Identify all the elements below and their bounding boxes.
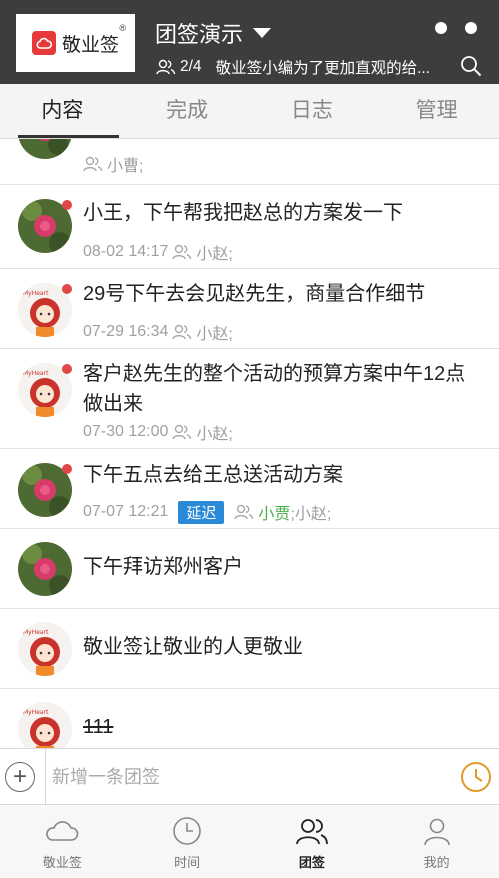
note-title: 下午五点去给王总送活动方案 — [83, 464, 343, 486]
group-icon — [295, 819, 328, 845]
note-title: 111 — [83, 716, 114, 738]
svg-text:MyHeart: MyHeart — [23, 629, 49, 636]
nav-label: 敬业签 — [42, 855, 82, 870]
cloud-icon — [31, 31, 56, 55]
tab-bar: 内容 完成 日志 管理 — [0, 84, 499, 139]
person-icon — [423, 818, 450, 846]
app-root: 敬业签 ® 团签演示 2/4 敬业签小编为了更加直观的给... 内容 完成 日志… — [0, 0, 499, 878]
svg-text:MyHeart: MyHeart — [23, 709, 49, 716]
group-subtitle: 敬业签小编为了更加直观的给... — [215, 60, 430, 77]
list-item[interactable]: MyHeart 敬业签让敬业的人更敬业 — [0, 609, 499, 689]
note-date: 07-29 16:34 — [83, 323, 169, 340]
caret-down-icon — [253, 28, 272, 38]
members-icon — [156, 59, 176, 75]
note-list: 小曹; 小王，下午帮我把赵总的方案发一下 08-02 14:17 小赵; MyH… — [0, 139, 499, 748]
list-item[interactable]: MyHeart 111 — [0, 689, 499, 748]
note-meta: 07-29 16:34 小赵; — [83, 320, 233, 344]
new-note-input[interactable] — [52, 759, 432, 795]
note-meta: 小曹; — [83, 152, 143, 176]
member-count: 2/4 — [180, 58, 202, 75]
members-icon — [172, 324, 192, 340]
list-item[interactable]: 下午五点去给王总送活动方案 07-07 12:21 延迟 小贾;小赵; — [0, 449, 499, 529]
note-assignees: 小赵; — [196, 426, 233, 443]
list-item[interactable]: 小王，下午帮我把赵总的方案发一下 08-02 14:17 小赵; — [0, 185, 499, 269]
add-icon[interactable]: + — [5, 762, 35, 792]
search-icon[interactable] — [460, 55, 482, 77]
nav-time[interactable]: 时间 — [125, 806, 250, 878]
clock-icon — [173, 817, 201, 845]
group-info-row[interactable]: 2/4 敬业签小编为了更加直观的给... — [156, 56, 492, 78]
members-icon — [83, 156, 103, 172]
note-date: 07-07 12:21 — [83, 503, 169, 520]
list-item[interactable]: MyHeart 29号下午去会见赵先生，商量合作细节 07-29 16:34 小… — [0, 269, 499, 349]
group-switcher[interactable]: 团签演示 — [155, 17, 272, 49]
nav-mine[interactable]: 我的 — [374, 806, 499, 878]
tab-done[interactable]: 完成 — [125, 84, 250, 138]
nav-jingyeqian[interactable]: 敬业签 — [0, 806, 125, 878]
note-assignees: 小曹; — [107, 158, 144, 175]
bottom-nav: 敬业签 时间 团签 我的 — [0, 806, 499, 878]
avatar: MyHeart — [18, 622, 72, 676]
tab-log[interactable]: 日志 — [250, 84, 375, 138]
header: 敬业签 ® 团签演示 2/4 敬业签小编为了更加直观的给... — [0, 0, 499, 84]
tab-content[interactable]: 内容 — [0, 84, 125, 138]
tab-manage[interactable]: 管理 — [374, 84, 499, 138]
cloud-icon — [46, 821, 79, 841]
note-title: 下午拜访郑州客户 — [83, 556, 243, 578]
app-logo: 敬业签 ® — [16, 14, 135, 72]
dot-icon — [465, 22, 477, 34]
avatar: MyHeart — [18, 702, 72, 748]
unread-dot — [62, 284, 72, 294]
svg-text:MyHeart: MyHeart — [23, 370, 49, 377]
unread-dot — [62, 200, 72, 210]
note-assignees: 小赵; — [196, 326, 233, 343]
note-title: 客户赵先生的整个活动的预算方案中午12点做出来 — [83, 363, 466, 415]
dot-icon — [435, 22, 447, 34]
header-menu[interactable] — [435, 22, 477, 34]
nav-label: 时间 — [174, 855, 201, 870]
note-date: 07-30 12:00 — [83, 423, 169, 440]
clock-icon[interactable] — [459, 760, 493, 794]
members-icon — [234, 504, 254, 520]
nav-group[interactable]: 团签 — [250, 806, 375, 878]
note-title: 敬业签让敬业的人更敬业 — [83, 636, 303, 658]
nav-label: 我的 — [423, 855, 450, 870]
list-item[interactable]: 小曹; — [0, 139, 499, 185]
note-assignees: ;小赵; — [290, 506, 332, 523]
avatar — [18, 139, 72, 159]
divider — [45, 749, 46, 806]
members-icon — [172, 424, 192, 440]
delay-badge: 延迟 — [178, 500, 225, 524]
nav-label: 团签 — [298, 855, 325, 870]
list-item[interactable]: 下午拜访郑州客户 — [0, 529, 499, 609]
note-title: 29号下午去会见赵先生，商量合作细节 — [83, 283, 426, 305]
unread-dot — [62, 464, 72, 474]
group-title: 团签演示 — [155, 22, 244, 47]
new-note-bar: + — [0, 748, 499, 806]
note-meta: 08-02 14:17 小赵; — [83, 240, 233, 264]
note-assignees: 小赵; — [196, 246, 233, 263]
highlighted-assignee: 小贾 — [258, 506, 291, 523]
unread-dot — [62, 364, 72, 374]
registered-mark: ® — [119, 23, 126, 33]
svg-text:MyHeart: MyHeart — [23, 290, 49, 297]
note-meta: 07-07 12:21 延迟 小贾;小赵; — [83, 500, 331, 524]
avatar — [18, 542, 72, 596]
members-icon — [172, 244, 192, 260]
logo-text: 敬业签 — [61, 34, 119, 56]
note-meta: 07-30 12:00 小赵; — [83, 420, 233, 444]
note-date: 08-02 14:17 — [83, 243, 169, 260]
note-title: 小王，下午帮我把赵总的方案发一下 — [83, 202, 403, 224]
list-item[interactable]: MyHeart 客户赵先生的整个活动的预算方案中午12点做出来 07-30 12… — [0, 349, 499, 449]
